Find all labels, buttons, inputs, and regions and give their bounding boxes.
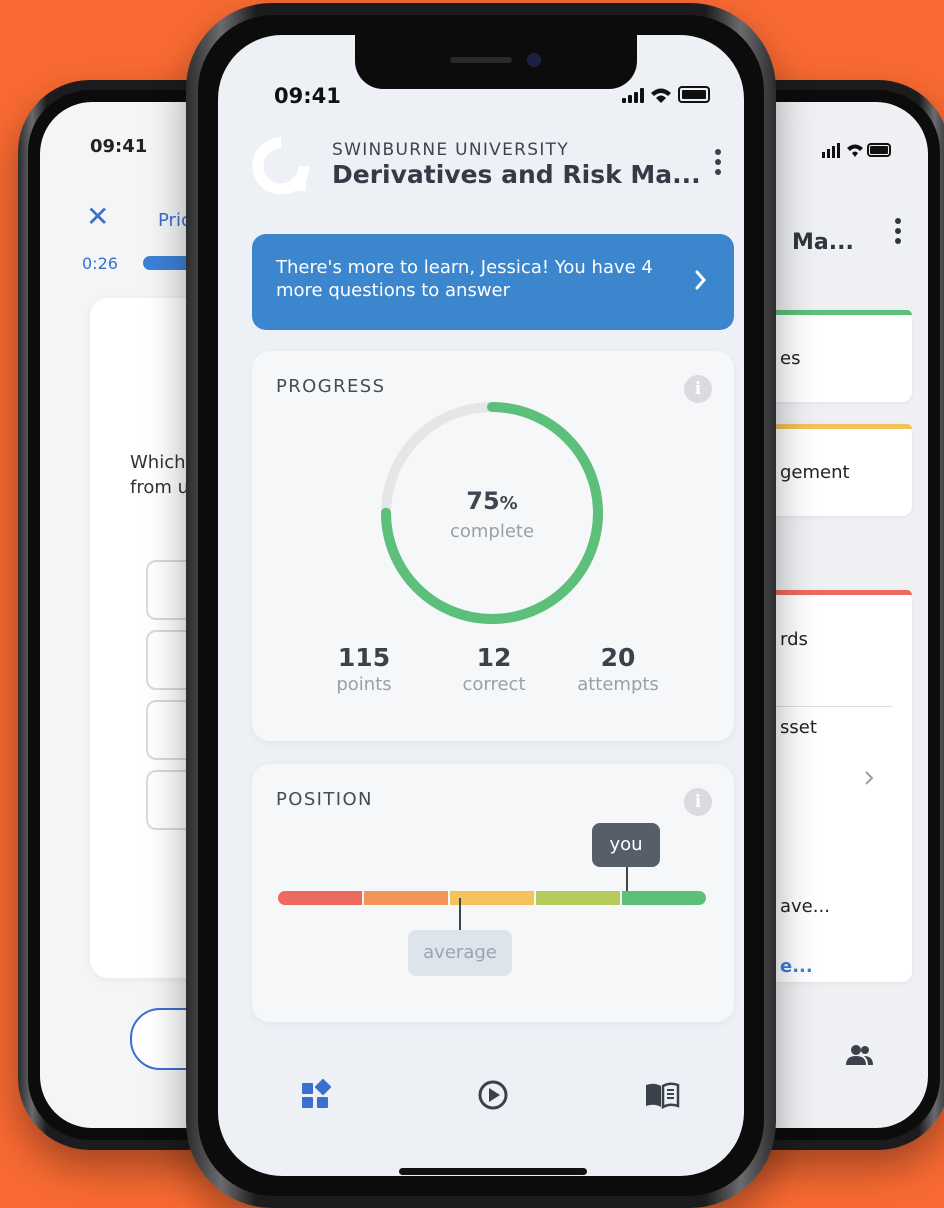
topic-label: gement xyxy=(780,462,850,483)
progress-complete-label: complete xyxy=(449,521,535,542)
stat-label: points xyxy=(336,674,392,695)
speaker-grille xyxy=(450,57,512,63)
you-marker: you xyxy=(592,823,660,867)
gauge-segment xyxy=(278,891,362,905)
info-icon[interactable]: i xyxy=(684,788,712,816)
info-icon[interactable]: i xyxy=(684,375,712,403)
cellular-signal-icon xyxy=(622,87,644,103)
stat-value: 12 xyxy=(476,643,512,672)
close-icon[interactable]: ✕ xyxy=(86,200,109,233)
topic-card[interactable] xyxy=(752,310,912,402)
home-indicator[interactable] xyxy=(399,1168,587,1175)
right-course-title: Ma... xyxy=(792,230,854,255)
front-camera xyxy=(527,53,541,67)
position-card: POSITION i you average xyxy=(252,764,734,1022)
see-more-link[interactable]: e... xyxy=(780,956,813,977)
more-options-icon[interactable] xyxy=(715,149,721,179)
university-logo xyxy=(252,137,310,195)
progress-percent: 75% xyxy=(376,487,608,515)
list-item[interactable]: sset xyxy=(780,717,817,738)
bottom-tab-bar xyxy=(218,1075,744,1135)
progress-percent-value: 75 xyxy=(466,487,500,515)
university-name: SWINBURNE UNIVERSITY xyxy=(332,140,570,160)
position-gauge xyxy=(278,891,706,905)
gauge-segment xyxy=(364,891,448,905)
chevron-right-icon[interactable] xyxy=(864,770,874,786)
center-phone-screen: 09:41 SWINBURNE UNIVERSITY Derivatives a… xyxy=(218,35,744,1176)
stat-label: correct xyxy=(462,674,526,695)
stat-value: 20 xyxy=(600,643,636,672)
topic-label: rds xyxy=(780,629,808,650)
gauge-segment xyxy=(536,891,620,905)
phone-notch xyxy=(355,35,637,89)
average-marker: average xyxy=(408,930,512,976)
status-time: 09:41 xyxy=(274,84,341,108)
dashboard-icon[interactable] xyxy=(296,1075,336,1115)
chevron-right-icon xyxy=(695,270,706,290)
progress-card: PROGRESS i 75% complete 115 points 12 co… xyxy=(252,351,734,741)
stat-label: attempts xyxy=(577,674,659,695)
center-phone-bezel: 09:41 SWINBURNE UNIVERSITY Derivatives a… xyxy=(198,15,764,1196)
status-icons xyxy=(822,143,891,158)
gauge-segment xyxy=(622,891,706,905)
banner-text: There's more to learn, Jessica! You have… xyxy=(276,257,653,301)
topic-label: es xyxy=(780,348,801,369)
question-text: Which from u xyxy=(130,452,190,498)
position-title: POSITION xyxy=(276,789,373,810)
left-status-time: 09:41 xyxy=(90,136,148,157)
card-accent-bar xyxy=(752,424,912,429)
list-item[interactable]: ave... xyxy=(780,896,830,917)
stat-points: 115 points xyxy=(294,643,434,695)
right-status-icons xyxy=(822,142,892,162)
center-phone: 09:41 SWINBURNE UNIVERSITY Derivatives a… xyxy=(186,3,776,1208)
card-accent-bar xyxy=(752,310,912,315)
people-icon[interactable] xyxy=(846,1044,874,1066)
progress-percent-unit: % xyxy=(499,493,518,514)
stat-correct: 12 correct xyxy=(424,643,564,695)
status-icons xyxy=(622,85,710,103)
average-marker-line xyxy=(459,898,461,930)
book-icon[interactable] xyxy=(642,1075,682,1115)
divider xyxy=(772,706,892,707)
quiz-timer: 0:26 xyxy=(82,254,118,273)
motivation-banner[interactable]: There's more to learn, Jessica! You have… xyxy=(252,234,734,330)
gauge-segment xyxy=(450,891,534,905)
progress-title: PROGRESS xyxy=(276,376,386,397)
battery-icon xyxy=(678,86,710,103)
course-title: Derivatives and Risk Ma... xyxy=(332,160,701,189)
stat-attempts: 20 attempts xyxy=(548,643,688,695)
wifi-icon xyxy=(651,88,671,103)
card-accent-bar xyxy=(752,590,912,595)
stat-value: 115 xyxy=(337,643,391,672)
more-icon[interactable] xyxy=(895,218,901,248)
topic-card[interactable] xyxy=(752,590,912,982)
play-icon[interactable] xyxy=(473,1075,513,1115)
